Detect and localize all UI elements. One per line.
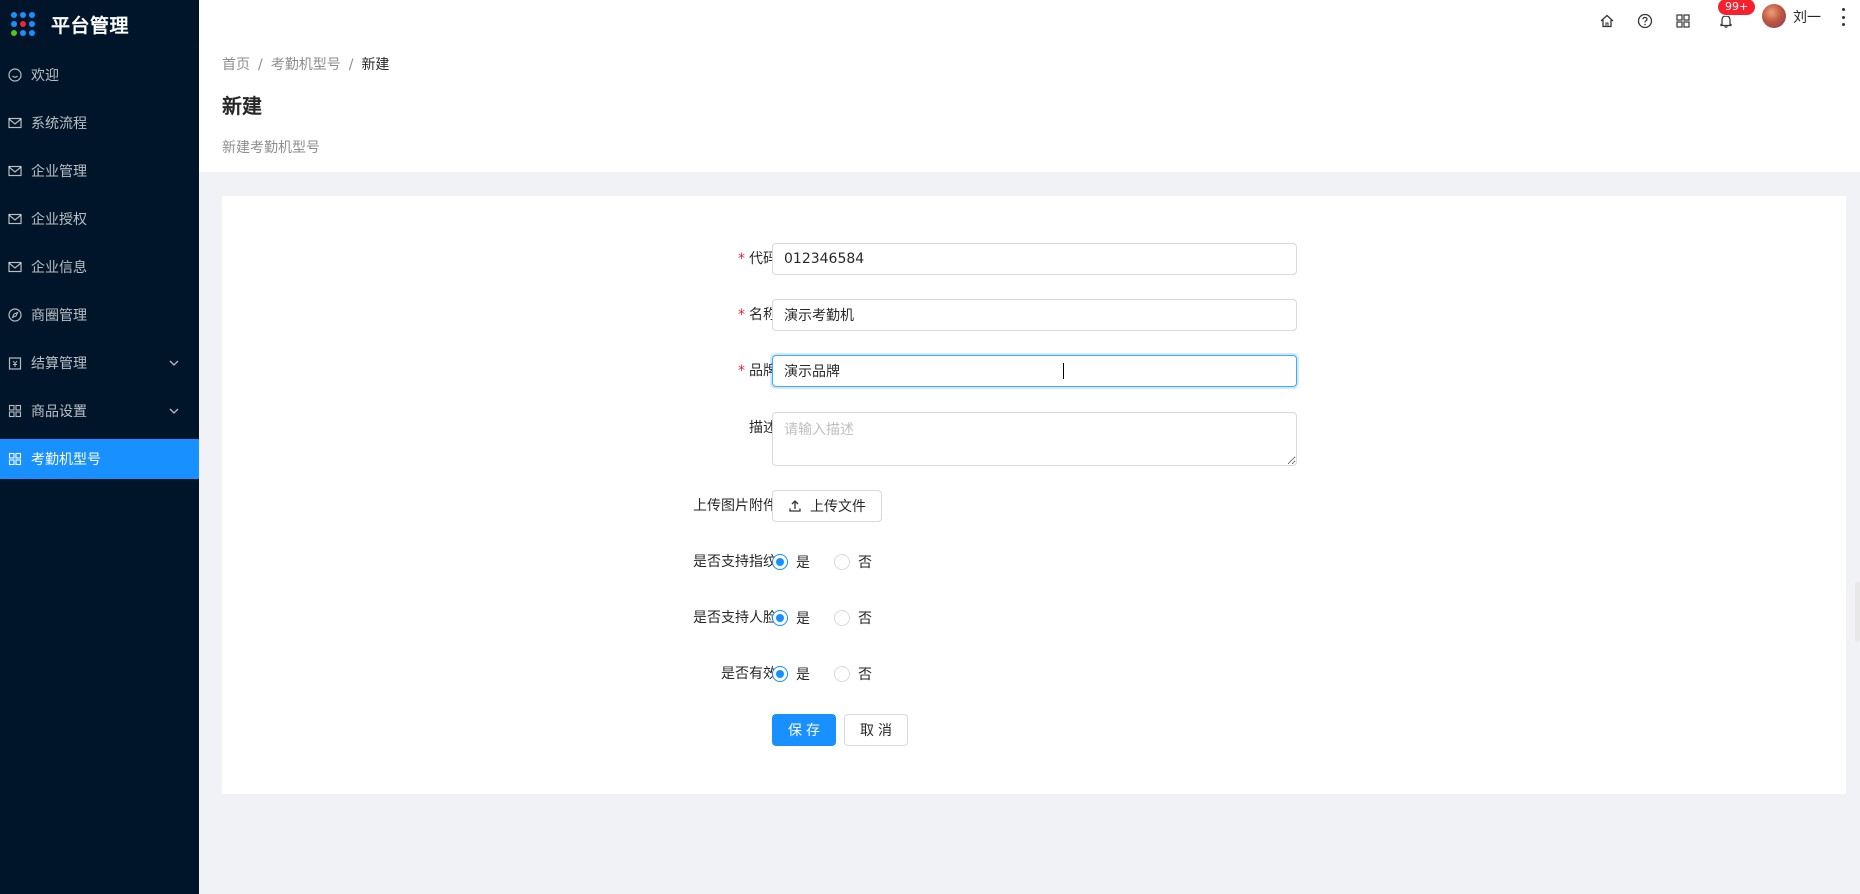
mail-icon xyxy=(8,260,22,274)
form-row-name: *名称： xyxy=(222,299,1846,331)
appstore-icon[interactable] xyxy=(1668,6,1698,36)
sidebar: 平台管理 欢迎 系统流程 企业管理 企业授权 企业信息 商圈管理 结算管理 商品… xyxy=(0,0,199,894)
logo[interactable]: 平台管理 xyxy=(0,0,199,48)
smile-icon xyxy=(8,68,22,82)
breadcrumb-home[interactable]: 首页 xyxy=(222,57,250,73)
sidebar-item-business-district[interactable]: 商圈管理 xyxy=(0,295,199,335)
upload-icon xyxy=(788,499,802,513)
form-row-fingerprint: 是否支持指纹： 是 否 xyxy=(222,546,1846,578)
appstore-icon xyxy=(8,452,22,466)
mail-icon xyxy=(8,212,22,226)
notification-badge: 99+ xyxy=(1718,0,1756,15)
form-row-upload: 上传图片附件： 上传文件 xyxy=(222,490,1846,522)
text-cursor xyxy=(1063,363,1064,379)
brand-input[interactable] xyxy=(772,355,1297,387)
code-input[interactable] xyxy=(772,243,1297,275)
sidebar-item-enterprise-management[interactable]: 企业管理 xyxy=(0,151,199,191)
upload-file-button[interactable]: 上传文件 xyxy=(772,490,882,522)
valid-radio-group: 是 否 xyxy=(772,658,896,690)
save-button[interactable]: 保存 xyxy=(772,714,836,746)
form-row-face: 是否支持人脸： 是 否 xyxy=(222,602,1846,634)
more-vertical-icon[interactable] xyxy=(1840,8,1846,26)
form-card: *代码： *名称： *品牌： 描述： 上传图片附件： 上传文件 是否支持指纹： … xyxy=(222,196,1846,794)
sidebar-item-label: 企业信息 xyxy=(31,260,87,276)
page-title: 新建 xyxy=(222,94,262,118)
username[interactable]: 刘一 xyxy=(1793,7,1821,27)
account-book-icon xyxy=(8,356,22,370)
face-radio-group: 是 否 xyxy=(772,602,896,634)
sidebar-item-label: 商品设置 xyxy=(31,404,87,420)
sidebar-item-label: 商圈管理 xyxy=(31,308,87,324)
mail-icon xyxy=(8,116,22,130)
valid-yes-radio[interactable]: 是 xyxy=(772,664,810,684)
sidebar-item-attendance-model[interactable]: 考勤机型号 xyxy=(0,439,199,479)
fingerprint-no-radio[interactable]: 否 xyxy=(834,552,872,572)
sidebar-item-system-flow[interactable]: 系统流程 xyxy=(0,103,199,143)
sidebar-item-product-settings[interactable]: 商品设置 xyxy=(0,391,199,431)
page-header: 首页 / 考勤机型号 / 新建 新建 新建考勤机型号 xyxy=(199,42,1860,172)
compass-icon xyxy=(8,308,22,322)
cancel-button[interactable]: 取消 xyxy=(844,714,908,746)
sidebar-item-settlement[interactable]: 结算管理 xyxy=(0,343,199,383)
face-no-radio[interactable]: 否 xyxy=(834,608,872,628)
chevron-down-icon xyxy=(167,404,181,418)
sidebar-menu: 欢迎 系统流程 企业管理 企业授权 企业信息 商圈管理 结算管理 商品设置 考勤… xyxy=(0,55,199,479)
mail-icon xyxy=(8,164,22,178)
chevron-down-icon xyxy=(167,356,181,370)
sidebar-item-label: 企业管理 xyxy=(31,164,87,180)
form-row-valid: 是否有效： 是 否 xyxy=(222,658,1846,690)
sidebar-item-label: 结算管理 xyxy=(31,356,87,372)
fingerprint-yes-radio[interactable]: 是 xyxy=(772,552,810,572)
app-grid-logo-icon xyxy=(11,12,35,36)
app-title: 平台管理 xyxy=(51,14,130,37)
page-description: 新建考勤机型号 xyxy=(222,140,320,156)
name-input[interactable] xyxy=(772,299,1297,331)
scrollbar[interactable] xyxy=(1855,582,1860,642)
avatar[interactable] xyxy=(1762,4,1786,28)
breadcrumb-parent[interactable]: 考勤机型号 xyxy=(271,57,341,73)
form-row-description: 描述： xyxy=(222,412,1846,466)
description-textarea[interactable] xyxy=(772,412,1297,466)
sidebar-item-welcome[interactable]: 欢迎 xyxy=(0,55,199,95)
fingerprint-radio-group: 是 否 xyxy=(772,546,896,578)
sidebar-item-enterprise-info[interactable]: 企业信息 xyxy=(0,247,199,287)
sidebar-item-label: 企业授权 xyxy=(31,212,87,228)
home-icon[interactable] xyxy=(1592,6,1622,36)
face-yes-radio[interactable]: 是 xyxy=(772,608,810,628)
form-row-brand: *品牌： xyxy=(222,355,1846,387)
appstore-icon xyxy=(8,404,22,418)
sidebar-item-enterprise-authorization[interactable]: 企业授权 xyxy=(0,199,199,239)
breadcrumb: 首页 / 考勤机型号 / 新建 xyxy=(222,57,390,73)
form-row-code: *代码： xyxy=(222,243,1846,275)
sidebar-item-label: 考勤机型号 xyxy=(31,452,101,468)
sidebar-item-label: 欢迎 xyxy=(31,68,59,84)
valid-no-radio[interactable]: 否 xyxy=(834,664,872,684)
sidebar-item-label: 系统流程 xyxy=(31,116,87,132)
question-circle-icon[interactable] xyxy=(1630,6,1660,36)
breadcrumb-current: 新建 xyxy=(361,57,390,73)
form-row-actions: 保存 取消 xyxy=(222,714,1846,746)
